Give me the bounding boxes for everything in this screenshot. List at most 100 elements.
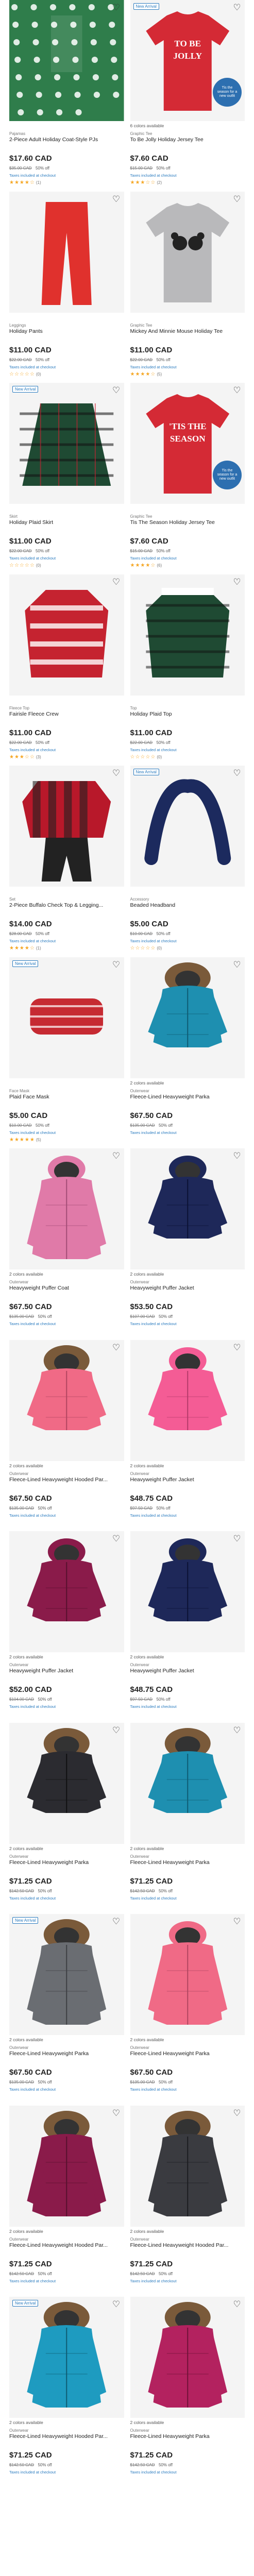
product-card[interactable]: TO BE JOLLY New Arrival ♡ Tis the season… [127,0,248,192]
product-name[interactable]: Fleece-Lined Heavyweight Parka [130,1094,245,1107]
heart-icon[interactable]: ♡ [232,2300,242,2309]
product-card[interactable]: ♡ 2 colors available Outerwear Fleece-Li… [127,957,248,1149]
product-name[interactable]: Heavyweight Puffer Jacket [130,1668,245,1681]
product-image[interactable]: ♡ [130,2105,245,2227]
heart-icon[interactable]: ♡ [232,577,242,587]
product-name[interactable]: Fleece-Lined Heavyweight Parka [9,2050,124,2064]
product-image[interactable]: ♡ [130,1722,245,1844]
product-card[interactable]: ♡ Pajamas 2-Piece Adult Holiday Coat-Sty… [6,0,127,192]
product-name[interactable]: Heavyweight Puffer Coat [9,1285,124,1298]
product-card[interactable]: ♡ 2 colors available Outerwear Fleece-Li… [6,1722,127,1914]
heart-icon[interactable]: ♡ [112,960,121,970]
product-name[interactable]: Heavyweight Puffer Jacket [9,1668,124,1681]
heart-icon[interactable]: ♡ [232,386,242,395]
product-card[interactable]: New Arrival ♡ Face Mask Plaid Face Mask … [6,957,127,1149]
product-name[interactable]: Fleece-Lined Heavyweight Hooded Par... [9,2242,124,2256]
product-image[interactable]: ♡ [9,0,124,121]
heart-icon[interactable]: ♡ [232,1725,242,1735]
product-image[interactable]: ♡ [130,1531,245,1652]
product-image[interactable]: New Arrival ♡ [130,766,245,887]
product-image[interactable]: 'TIS THE SEASON ♡ Tis the season for a n… [130,383,245,504]
product-name[interactable]: Mickey And Minnie Mouse Holiday Tee [130,328,245,342]
product-name[interactable]: Fleece-Lined Heavyweight Hooded Par... [9,2433,124,2447]
product-name[interactable]: Holiday Plaid Top [130,711,245,724]
product-card[interactable]: ♡ 2 colors available Outerwear Heavyweig… [6,1148,127,1340]
product-card[interactable]: New Arrival ♡ Skirt Holiday Plaid Skirt … [6,383,127,574]
product-name[interactable]: Holiday Plaid Skirt [9,519,124,533]
product-name[interactable]: Fleece-Lined Heavyweight Parka [130,2050,245,2064]
product-card[interactable]: New Arrival ♡ 2 colors available Outerwe… [6,1914,127,2106]
heart-icon[interactable]: ♡ [112,1534,121,1544]
heart-icon[interactable]: ♡ [232,1917,242,1926]
product-card[interactable]: ♡ 2 colors available Outerwear Fleece-Li… [127,1722,248,1914]
product-image[interactable]: ♡ [130,574,245,696]
product-image[interactable]: New Arrival ♡ [9,383,124,504]
heart-icon[interactable]: ♡ [112,386,121,395]
product-name[interactable]: Fleece-Lined Heavyweight Hooded Par... [130,2242,245,2256]
product-card[interactable]: ♡ 2 colors available Outerwear Fleece-Li… [127,2297,248,2488]
product-image[interactable]: ♡ [130,1340,245,1461]
product-card[interactable]: ♡ 2 colors available Outerwear Heavyweig… [127,1148,248,1340]
product-name[interactable]: Fleece-Lined Heavyweight Parka [9,1859,124,1873]
heart-icon[interactable]: ♡ [232,960,242,970]
heart-icon[interactable]: ♡ [112,769,121,778]
heart-icon[interactable]: ♡ [112,3,121,12]
product-image[interactable]: ♡ [130,1914,245,2035]
heart-icon[interactable]: ♡ [232,1534,242,1544]
product-name[interactable]: Fleece-Lined Heavyweight Parka [130,2433,245,2447]
product-image[interactable]: TO BE JOLLY New Arrival ♡ Tis the season… [130,0,245,121]
product-card[interactable]: ♡ 2 colors available Outerwear Heavyweig… [6,1531,127,1723]
product-image[interactable]: New Arrival ♡ [9,957,124,1078]
product-name[interactable]: Fleece-Lined Heavyweight Parka [130,1859,245,1873]
heart-icon[interactable]: ♡ [112,1343,121,1352]
product-image[interactable]: ♡ [9,191,124,313]
product-card[interactable]: ♡ Top Holiday Plaid Top $11.00 CAD $22.0… [127,574,248,766]
product-name[interactable]: Fleece-Lined Heavyweight Hooded Par... [9,1477,124,1490]
heart-icon[interactable]: ♡ [232,1343,242,1352]
product-image[interactable]: ♡ [9,1148,124,1269]
heart-icon[interactable]: ♡ [112,1917,121,1926]
product-image[interactable]: ♡ [9,766,124,887]
heart-icon[interactable]: ♡ [112,1151,121,1161]
product-image[interactable]: ♡ [9,1340,124,1461]
product-card[interactable]: New Arrival ♡ Accessory Beaded Headband … [127,766,248,957]
product-image[interactable]: ♡ [130,2297,245,2418]
product-name[interactable]: Heavyweight Puffer Jacket [130,1285,245,1298]
product-card[interactable]: 'TIS THE SEASON ♡ Tis the season for a n… [127,383,248,574]
product-card[interactable]: ♡ 2 colors available Outerwear Fleece-Li… [6,2105,127,2297]
product-card[interactable]: ♡ Fleece Top Fairisle Fleece Crew $11.00… [6,574,127,766]
product-name[interactable]: Tis The Season Holiday Jersey Tee [130,519,245,533]
product-image[interactable]: ♡ [9,574,124,696]
product-card[interactable]: ♡ 2 colors available Outerwear Fleece-Li… [127,1914,248,2106]
heart-icon[interactable]: ♡ [232,1151,242,1161]
product-image[interactable]: ♡ [9,1722,124,1844]
product-image[interactable]: ♡ [130,957,245,1078]
heart-icon[interactable]: ♡ [112,194,121,204]
product-name[interactable]: Heavyweight Puffer Jacket [130,1477,245,1490]
heart-icon[interactable]: ♡ [232,769,242,778]
product-image[interactable]: ♡ [9,1531,124,1652]
product-name[interactable]: 2-Piece Adult Holiday Coat-Style PJs [9,137,124,150]
product-name[interactable]: Plaid Face Mask [9,1094,124,1107]
product-image[interactable]: ♡ [130,191,245,313]
product-card[interactable]: ♡ 2 colors available Outerwear Heavyweig… [127,1340,248,1532]
heart-icon[interactable]: ♡ [232,2108,242,2118]
heart-icon[interactable]: ♡ [112,2108,121,2118]
heart-icon[interactable]: ♡ [112,2300,121,2309]
product-card[interactable]: ♡ Leggings Holiday Pants $11.00 CAD $22.… [6,191,127,383]
heart-icon[interactable]: ♡ [112,1725,121,1735]
product-image[interactable]: New Arrival ♡ [9,2297,124,2418]
product-name[interactable]: Beaded Headband [130,902,245,916]
product-card[interactable]: ♡ Graphic Tee Mickey And Minnie Mouse Ho… [127,191,248,383]
heart-icon[interactable]: ♡ [112,577,121,587]
product-card[interactable]: ♡ 2 colors available Outerwear Heavyweig… [127,1531,248,1723]
product-card[interactable]: ♡ 2 colors available Outerwear Fleece-Li… [127,2105,248,2297]
product-image[interactable]: ♡ [9,2105,124,2227]
product-card[interactable]: ♡ 2 colors available Outerwear Fleece-Li… [6,1340,127,1532]
product-card[interactable]: New Arrival ♡ 2 colors available Outerwe… [6,2297,127,2488]
heart-icon[interactable]: ♡ [232,3,242,12]
product-image[interactable]: ♡ [130,1148,245,1269]
product-name[interactable]: To Be Jolly Holiday Jersey Tee [130,137,245,150]
product-name[interactable]: Holiday Pants [9,328,124,342]
heart-icon[interactable]: ♡ [232,194,242,204]
